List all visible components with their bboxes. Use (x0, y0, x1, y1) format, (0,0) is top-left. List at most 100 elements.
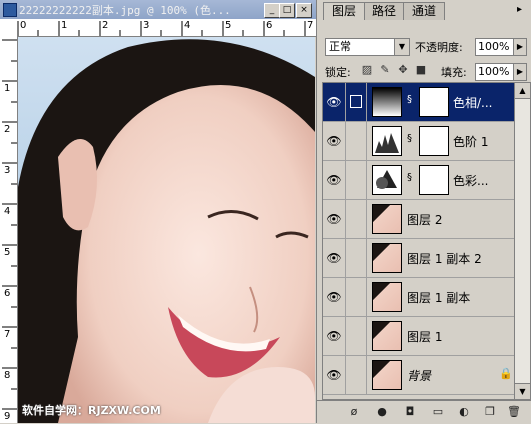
lock-all-icon[interactable]: ■ (415, 64, 427, 76)
layer-link-toggle[interactable] (346, 122, 367, 160)
layer-link-toggle[interactable] (346, 83, 367, 121)
eye-icon[interactable]: 👁 (323, 278, 346, 316)
levels-thumb-icon (372, 126, 402, 156)
layer-row[interactable]: 👁 § 色阶 1 (323, 122, 515, 161)
portrait-thumb-icon (372, 243, 402, 273)
photoshop-doc-icon (3, 3, 17, 17)
ruler-label: 6 (4, 288, 11, 299)
ruler-label: 5 (4, 247, 11, 258)
eye-icon[interactable]: 👁 (323, 122, 346, 160)
ruler-label: 8 (4, 370, 11, 381)
canvas-photo[interactable] (18, 37, 315, 423)
portrait-thumb-icon (372, 282, 402, 312)
ruler-label: 2 (4, 124, 11, 135)
layer-name: 色相/... (453, 96, 493, 110)
blend-mode-select[interactable]: 正常 ▼ (325, 38, 410, 56)
tab-channels[interactable]: 通道 (403, 2, 446, 20)
layer-row[interactable]: 👁 图层 2 (323, 200, 515, 239)
layers-footer: ø ● ◘ ▭ ◐ ❐ 🗑 (317, 400, 531, 424)
tab-layers[interactable]: 图层 (323, 2, 366, 20)
layer-row[interactable]: 👁 § 色相/... (323, 83, 515, 122)
ruler-label: 5 (225, 20, 232, 31)
scroll-down-icon[interactable]: ▼ (515, 383, 530, 399)
document-window: 22222222222副本.jpg @ 100% (色... _ □ × 0 1… (0, 0, 316, 423)
chevron-down-icon[interactable]: ▼ (394, 39, 409, 55)
opacity-arrow-icon[interactable]: ▶ (513, 39, 526, 55)
opacity-value: 100% (478, 40, 510, 53)
layers-scrollbar[interactable]: ▲ ▼ (514, 82, 531, 400)
new-adjustment-icon[interactable]: ◐ (457, 405, 471, 419)
layers-panel: 图层 路径 通道 ▸ 正常 ▼ 不透明度: 100% ▶ 锁定: ▨ ✎ ✥ ■… (316, 0, 531, 424)
ruler-ticks-vertical (2, 39, 17, 410)
panel-tabs: 图层 路径 通道 ▸ (317, 0, 531, 20)
link-layers-icon[interactable]: ø (347, 405, 361, 419)
maximize-button[interactable]: □ (279, 3, 295, 18)
tab-paths[interactable]: 路径 (363, 2, 406, 20)
new-group-icon[interactable]: ▭ (431, 405, 445, 419)
minimize-button[interactable]: _ (264, 3, 280, 18)
layer-link-toggle[interactable] (346, 200, 367, 238)
ruler-label: 1 (61, 20, 68, 31)
eye-icon[interactable]: 👁 (323, 239, 346, 277)
eye-icon[interactable]: 👁 (323, 356, 346, 394)
mask-link-icon[interactable]: § (407, 94, 412, 105)
ruler-label: 9 (4, 411, 11, 422)
portrait-thumb-icon (372, 204, 402, 234)
new-layer-icon[interactable]: ❐ (483, 405, 497, 419)
portrait-thumb-icon (372, 321, 402, 351)
ruler-label: 3 (143, 20, 150, 31)
mask-link-icon[interactable]: § (407, 133, 412, 144)
layer-row[interactable]: 👁 图层 1 副本 (323, 278, 515, 317)
layer-mask-thumb[interactable] (419, 87, 449, 117)
add-mask-icon[interactable]: ◘ (403, 405, 417, 419)
ruler-label: 4 (4, 206, 11, 217)
ruler-vertical[interactable]: 1 2 3 4 5 6 7 8 9 (0, 36, 18, 423)
hue-saturation-thumb-icon (372, 87, 402, 117)
ruler-label: 4 (184, 20, 191, 31)
mask-link-icon[interactable]: § (407, 172, 412, 183)
lock-transparency-icon[interactable]: ▨ (361, 64, 373, 76)
fill-field[interactable]: 100% ▶ (475, 63, 527, 81)
layer-row[interactable]: 👁 背景 🔒 (323, 356, 515, 395)
ruler-horizontal[interactable]: 0 1 2 3 4 5 6 7 (0, 19, 316, 37)
close-button[interactable]: × (296, 3, 312, 18)
eye-icon[interactable]: 👁 (323, 83, 346, 121)
lock-position-icon[interactable]: ✥ (397, 64, 409, 76)
lock-brush-icon[interactable]: ✎ (379, 64, 391, 76)
panel-menu-icon[interactable]: ▸ (517, 4, 522, 15)
trash-icon[interactable]: 🗑 (507, 405, 521, 419)
layer-link-toggle[interactable] (346, 161, 367, 199)
watermark-text: 软件自学网：RJZXW.COM (22, 404, 161, 417)
layer-link-toggle[interactable] (346, 278, 367, 316)
fill-label: 填充: (441, 66, 467, 79)
document-title-bar[interactable]: 22222222222副本.jpg @ 100% (色... _ □ × (0, 0, 316, 19)
blend-opacity-row: 正常 ▼ 不透明度: 100% ▶ (317, 35, 531, 57)
layer-mask-thumb[interactable] (419, 165, 449, 195)
opacity-label: 不透明度: (415, 41, 463, 54)
layer-row[interactable]: 👁 图层 1 (323, 317, 515, 356)
document-title: 22222222222副本.jpg @ 100% (色... (19, 4, 231, 17)
layer-name: 图层 1 副本 (407, 291, 471, 305)
opacity-field[interactable]: 100% ▶ (475, 38, 527, 56)
layer-name: 色阶 1 (453, 135, 489, 149)
ruler-label: 1 (4, 83, 11, 94)
fill-arrow-icon[interactable]: ▶ (513, 64, 526, 80)
layer-link-toggle[interactable] (346, 356, 367, 394)
layer-row[interactable]: 👁 § 色彩... (323, 161, 515, 200)
eye-icon[interactable]: 👁 (323, 317, 346, 355)
eye-icon[interactable]: 👁 (323, 200, 346, 238)
layer-name: 色彩... (453, 174, 489, 188)
scroll-up-icon[interactable]: ▲ (515, 83, 530, 99)
ruler-label: 0 (20, 20, 27, 31)
add-style-icon[interactable]: ● (375, 405, 389, 419)
layer-name: 图层 1 (407, 330, 443, 344)
layer-link-toggle[interactable] (346, 317, 367, 355)
brush-box-icon (350, 95, 362, 108)
layer-mask-thumb[interactable] (419, 126, 449, 156)
layer-name: 图层 1 副本 2 (407, 252, 482, 266)
layer-row[interactable]: 👁 图层 1 副本 2 (323, 239, 515, 278)
lock-icon: 🔒 (499, 367, 513, 380)
eye-icon[interactable]: 👁 (323, 161, 346, 199)
layer-link-toggle[interactable] (346, 239, 367, 277)
lock-label: 锁定: (325, 66, 351, 79)
